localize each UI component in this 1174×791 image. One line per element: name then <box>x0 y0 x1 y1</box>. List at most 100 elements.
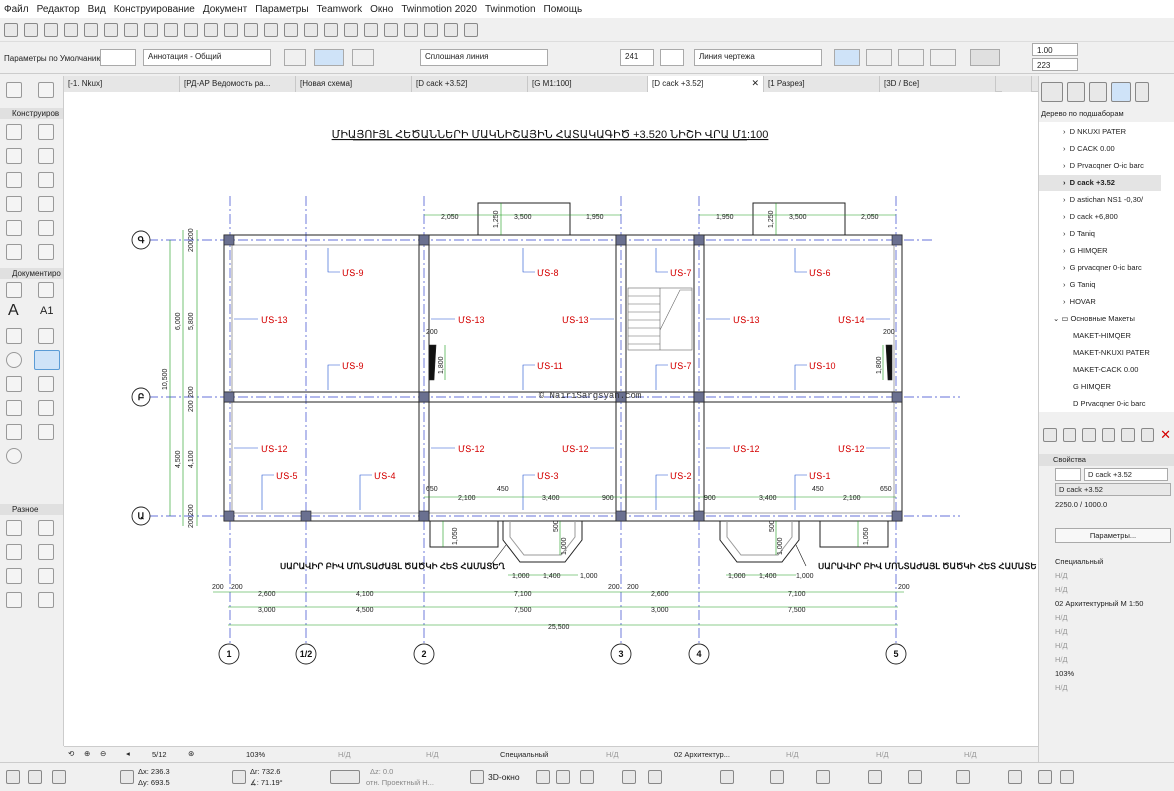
organizer-icon[interactable] <box>1135 82 1149 102</box>
schedule-icon[interactable] <box>464 22 478 37</box>
worksheet-icon[interactable] <box>364 22 378 37</box>
morph-tool-icon[interactable] <box>6 220 22 236</box>
elevation-tool-icon[interactable] <box>6 400 22 416</box>
tab-section-1[interactable]: [1 Разрез] <box>764 76 880 92</box>
walls-icon[interactable] <box>908 770 922 784</box>
circle-tool-icon[interactable] <box>6 352 22 368</box>
polar-icon[interactable] <box>232 770 246 784</box>
tab-nkux[interactable]: [-1. Nkux] <box>64 76 180 92</box>
line-mode-chained[interactable] <box>866 49 892 66</box>
detail-icon[interactable] <box>344 22 358 37</box>
view-3d-icon[interactable] <box>384 22 398 37</box>
spline-tool-icon[interactable] <box>6 568 22 584</box>
annotation-selector[interactable]: Аннотация - Общий <box>143 49 271 66</box>
polyline-tool-icon[interactable] <box>34 350 60 370</box>
polyline-shape-button[interactable] <box>284 49 306 66</box>
camera-tool-icon[interactable] <box>38 592 54 608</box>
group-icon[interactable] <box>244 22 258 37</box>
beam-tool-icon[interactable] <box>6 148 22 164</box>
geometry-method-selector[interactable] <box>100 49 136 66</box>
update-icon[interactable] <box>1140 428 1155 442</box>
menu-options[interactable]: Параметры <box>251 4 312 15</box>
project-map-icon[interactable] <box>1041 82 1063 102</box>
tracker-icon[interactable] <box>6 770 20 784</box>
drawing-tool-icon[interactable] <box>6 376 22 392</box>
stretch-icon[interactable] <box>164 22 178 37</box>
scale-field-a[interactable]: 1.00 <box>1032 43 1078 56</box>
delta-r[interactable]: Δr: 732.6 <box>250 767 280 776</box>
menu-teamwork[interactable]: Teamwork <box>313 4 367 15</box>
walk-icon[interactable] <box>622 770 636 784</box>
shell-tool-icon[interactable] <box>38 172 54 188</box>
transfer-icon[interactable] <box>868 770 882 784</box>
property-name-field[interactable]: D cack +3.52 <box>1084 468 1168 481</box>
arrow-tool-icon[interactable] <box>6 82 22 98</box>
delete-icon[interactable]: ✕ <box>1160 428 1171 446</box>
wall-tool-icon[interactable] <box>6 124 22 140</box>
property-layout-selector[interactable]: D cack +3.52 <box>1055 483 1171 496</box>
collaborate-icon[interactable] <box>1060 770 1074 784</box>
section-icon[interactable] <box>304 22 318 37</box>
tree-item[interactable]: › G Taniq <box>1039 277 1161 293</box>
layout-icon[interactable] <box>424 22 438 37</box>
object-tool-icon[interactable] <box>38 220 54 236</box>
tree-item[interactable]: › G prvacqner 0-ic barc <box>1039 260 1161 276</box>
tree-item[interactable]: G HIMQER <box>1039 379 1161 395</box>
frame-icon[interactable] <box>204 22 218 37</box>
tree-item[interactable]: › HOVAR <box>1039 294 1161 310</box>
tab-d-cack-active[interactable]: [D cack +3.52] ✕ <box>648 76 764 92</box>
change-tool-icon[interactable] <box>6 448 22 464</box>
tree-item[interactable]: MAKET-NKUXI PATER <box>1039 345 1161 361</box>
pen-set-value[interactable]: Специальный <box>500 750 548 759</box>
text-tool-icon[interactable]: A <box>8 302 19 320</box>
scale-value[interactable]: 02 Архитектур... <box>674 750 730 759</box>
snap-icon[interactable] <box>104 22 118 37</box>
scale-field-b[interactable]: 223 <box>1032 58 1078 71</box>
fill-tool-icon[interactable] <box>6 328 22 344</box>
section-document[interactable]: Документиро <box>0 268 63 279</box>
elevation-icon[interactable] <box>324 22 338 37</box>
tree-item[interactable]: MAKET-HIMQER <box>1039 328 1161 344</box>
delta-icon[interactable] <box>120 770 134 784</box>
relative-construction-icon[interactable] <box>52 770 66 784</box>
undo-zoom-icon[interactable]: ⟲ <box>68 749 74 758</box>
menu-twinmotion2020[interactable]: Twinmotion 2020 <box>397 4 481 15</box>
delta-z[interactable]: Δz: 0.0 <box>370 767 393 776</box>
delta-y[interactable]: Δy: 693.5 <box>138 778 170 787</box>
new-layout-icon[interactable] <box>1043 428 1057 442</box>
arrowhead-selector[interactable] <box>970 49 1000 66</box>
filter-icon[interactable] <box>720 770 734 784</box>
tab-new-schema[interactable]: [Новая схема] <box>296 76 412 92</box>
view-map-icon[interactable] <box>1067 82 1085 102</box>
worksheet-tool-icon[interactable] <box>6 424 22 440</box>
publish-icon[interactable] <box>444 22 458 37</box>
properties-header[interactable]: Свойства <box>1039 454 1174 466</box>
menu-file[interactable]: Файл <box>0 4 33 15</box>
marquee-tool-icon[interactable] <box>38 82 54 98</box>
tree-item[interactable]: MAKET-CACK 0.00 <box>1039 362 1161 378</box>
pen-number-field[interactable]: 241 <box>620 49 654 66</box>
menu-help[interactable]: Помощь <box>540 4 587 15</box>
tree-item[interactable]: › G HIMQER <box>1039 243 1161 259</box>
align-icon[interactable] <box>264 22 278 37</box>
tree-item[interactable]: › D astichan NS1 -0,30/ <box>1039 192 1161 208</box>
menu-design[interactable]: Конструирование <box>110 4 199 15</box>
new-master-icon[interactable] <box>1062 428 1077 442</box>
camera-icon[interactable] <box>956 770 970 784</box>
tree-item-selected[interactable]: › D cack +3.52 <box>1039 175 1161 191</box>
tab-d-cack-1[interactable]: [D cack +3.52] <box>412 76 528 92</box>
layer-icon[interactable] <box>124 22 138 37</box>
close-tab-icon[interactable]: ✕ <box>751 78 759 89</box>
save-view-icon[interactable] <box>1101 428 1116 442</box>
tab-3d-all[interactable]: [3D / Все] <box>880 76 996 92</box>
zone-tool-icon[interactable] <box>6 244 22 260</box>
eraser-icon[interactable] <box>184 22 198 37</box>
line-tool-icon[interactable] <box>38 328 54 344</box>
grid-snap-icon[interactable] <box>28 770 42 784</box>
section-tool-icon[interactable] <box>38 376 54 392</box>
render-icon[interactable] <box>404 22 418 37</box>
parameters-button[interactable]: Параметры... <box>1055 528 1171 543</box>
drawing-canvas[interactable]: ՄԻԱՅՈՒՅԼ ՀԵԾԱՆՆԵՐԻ ՄԱԿՆԻՇԱՅԻՆ ՀԱՏԱԿԱԳԻԾ … <box>64 92 1038 746</box>
zoom-value[interactable]: 103% <box>246 750 265 759</box>
level-dimension-icon[interactable] <box>38 282 54 298</box>
